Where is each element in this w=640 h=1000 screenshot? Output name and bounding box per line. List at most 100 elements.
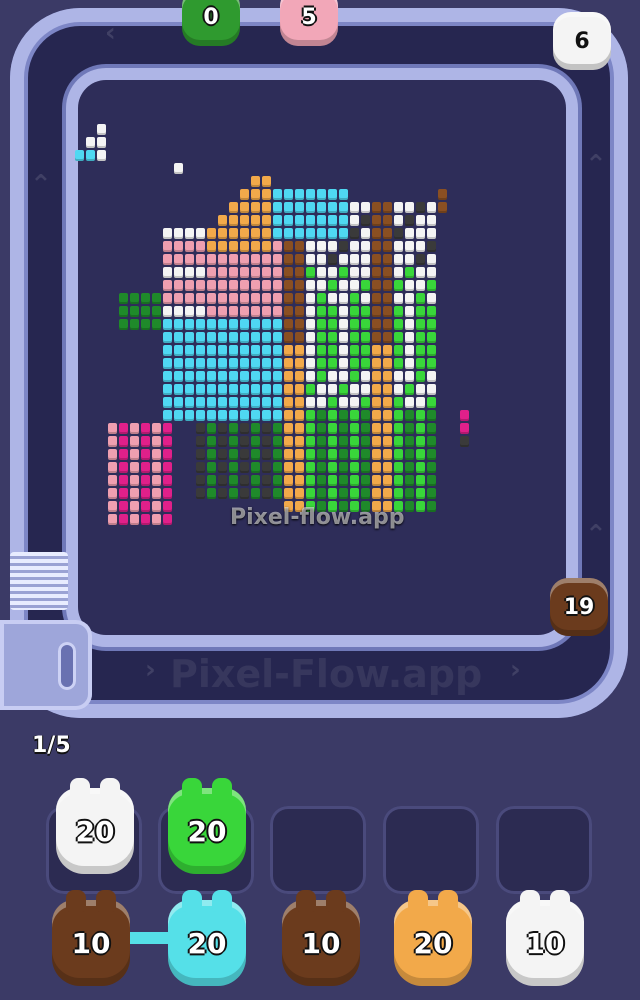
track-pig-pink[interactable]: 5 (280, 0, 338, 46)
pig-count: 20 (187, 814, 227, 848)
pixel-cell (416, 215, 425, 226)
pixel-cell (273, 436, 282, 447)
pixel-cell (284, 384, 293, 395)
queue-pig-orange[interactable]: 20 (394, 890, 472, 986)
pixel-cell (185, 358, 194, 369)
pixel-cell (251, 267, 260, 278)
pixel-cell (218, 371, 227, 382)
pixel-cell (427, 371, 436, 382)
queue-pig-cyan[interactable]: 20 (168, 890, 246, 986)
pixel-cell (328, 371, 337, 382)
pixel-cell (240, 267, 249, 278)
pixel-cell (163, 358, 172, 369)
queue-pig-white[interactable]: 10 (506, 890, 584, 986)
track-arrow-icon: ⌃ (585, 520, 607, 550)
pixel-cell (196, 436, 205, 447)
pixel-cell (295, 371, 304, 382)
holding-slot[interactable] (383, 806, 479, 894)
pixel-cell (383, 423, 392, 434)
pixel-cell (372, 332, 381, 343)
pixel-cell (251, 423, 260, 434)
pixel-cell (152, 306, 161, 317)
queue-pig-brown[interactable]: 10 (282, 890, 360, 986)
pixel-cell (141, 488, 150, 499)
pixel-cell (229, 436, 238, 447)
pixel-cell (306, 241, 315, 252)
pixel-cell (339, 202, 348, 213)
pixel-cell (405, 384, 414, 395)
pixel-cell (207, 280, 216, 291)
held-pig-green[interactable]: 20 (168, 778, 246, 874)
track-pig-brown[interactable]: 19 (550, 578, 608, 636)
queue-pig-brown[interactable]: 10 (52, 890, 130, 986)
pixel-cell (306, 384, 315, 395)
holding-slot[interactable] (496, 806, 592, 894)
pixel-cell (405, 241, 414, 252)
pixel-cell (394, 332, 403, 343)
pixel-cell (196, 423, 205, 434)
pixel-cell (317, 358, 326, 369)
pixel-cell (163, 228, 172, 239)
pixel-cell (251, 319, 260, 330)
pixel-cell (229, 410, 238, 421)
pixel-cell (372, 475, 381, 486)
pixel-cell (372, 462, 381, 473)
pixel-cell (141, 449, 150, 460)
pixel-cell (317, 228, 326, 239)
pixel-cell (251, 462, 260, 473)
pixel-cell (119, 462, 128, 473)
pixel-cell (295, 241, 304, 252)
pixel-cell (240, 319, 249, 330)
pixel-cell (185, 267, 194, 278)
pixel-cell (119, 514, 128, 525)
pixel-cell (361, 215, 370, 226)
pixel-cell (394, 462, 403, 473)
pixel-cell (240, 423, 249, 434)
pixel-cell (306, 293, 315, 304)
pixel-cell (207, 423, 216, 434)
pixel-cell (240, 410, 249, 421)
pixel-cell (416, 254, 425, 265)
pixel-cell (218, 488, 227, 499)
pixel-cell (350, 319, 359, 330)
pixel-board (75, 80, 566, 635)
pixel-cell (405, 319, 414, 330)
pixel-cell (174, 280, 183, 291)
pixel-cell (251, 189, 260, 200)
pixel-cell (207, 345, 216, 356)
pixel-cell (196, 319, 205, 330)
pixel-cell (273, 358, 282, 369)
holding-slot[interactable] (270, 806, 366, 894)
pixel-cell (185, 384, 194, 395)
pixel-cell (163, 267, 172, 278)
pixel-cell (240, 397, 249, 408)
pixel-cell (361, 397, 370, 408)
pixel-cell (394, 306, 403, 317)
pixel-cell (273, 384, 282, 395)
track-pig-green[interactable]: 0 (182, 0, 240, 46)
pixel-cell (273, 332, 282, 343)
held-pig-white[interactable]: 20 (56, 778, 134, 874)
pixel-cell (295, 397, 304, 408)
pixel-cell (295, 267, 304, 278)
pixel-cell (405, 475, 414, 486)
pixel-cell (339, 475, 348, 486)
pixel-cell (306, 397, 315, 408)
track-arrow-icon: ⌃ (30, 170, 52, 200)
track-pig-white[interactable]: 6 (553, 12, 611, 70)
pixel-cell (262, 449, 271, 460)
pixel-cell (196, 267, 205, 278)
pixel-cell (383, 293, 392, 304)
pixel-cell (196, 449, 205, 460)
pixel-cell (427, 332, 436, 343)
pixel-cell (273, 215, 282, 226)
pixel-cell (163, 254, 172, 265)
pixel-cell (394, 293, 403, 304)
pixel-cell (196, 410, 205, 421)
pixel-cell (339, 254, 348, 265)
pixel-cell (339, 371, 348, 382)
pixel-cell (295, 488, 304, 499)
pixel-cell (284, 254, 293, 265)
pixel-cell (229, 358, 238, 369)
pig-count: 10 (71, 926, 111, 960)
